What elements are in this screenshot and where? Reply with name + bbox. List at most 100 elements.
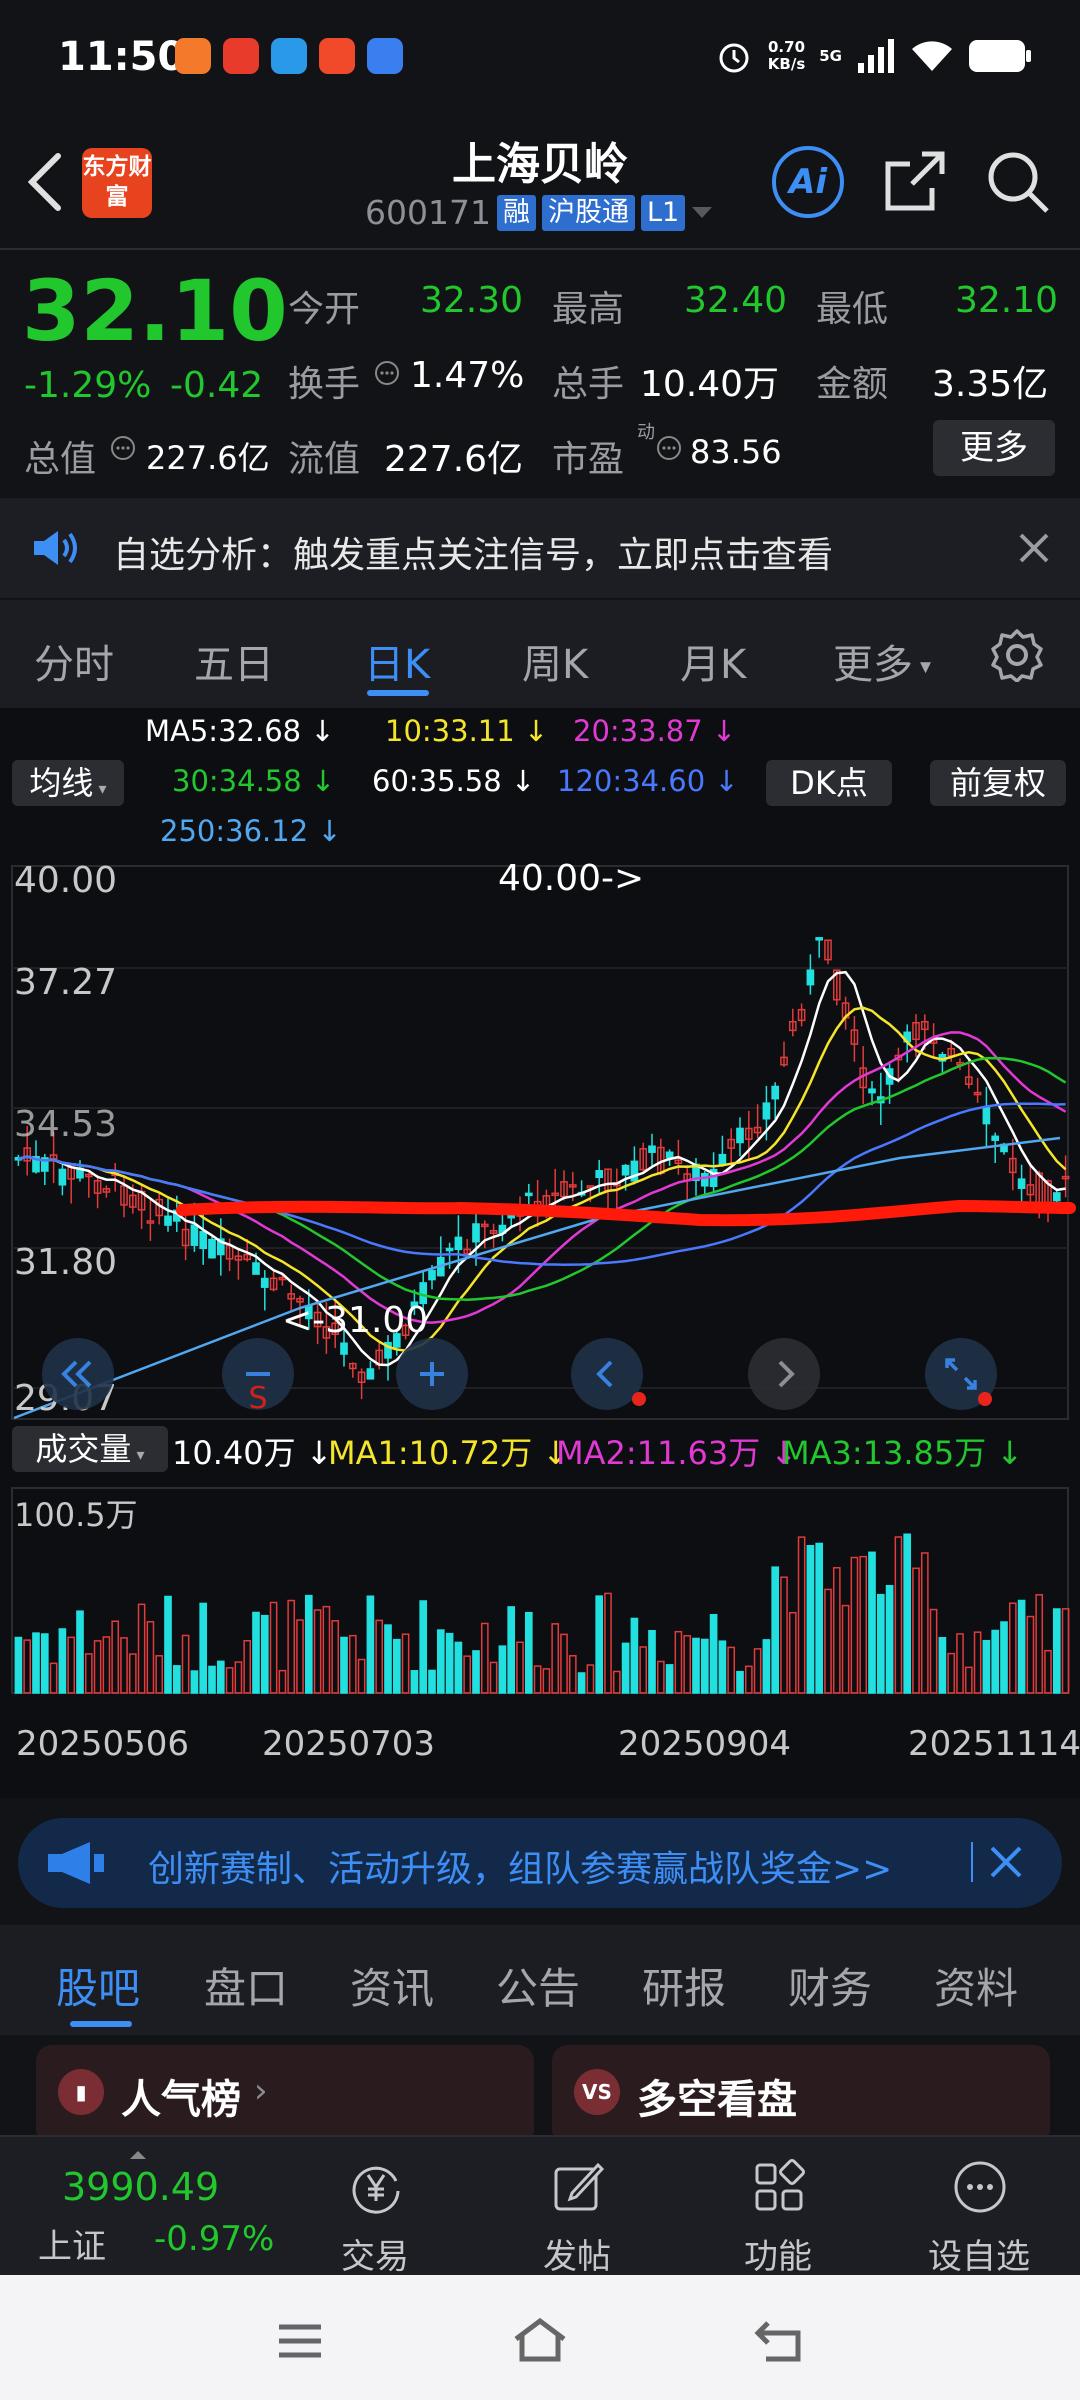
divider — [0, 248, 1080, 250]
notice-text: 自选分析：触发重点关注信号，立即点击查看 — [113, 535, 834, 576]
price-tick: 40.00 — [14, 860, 118, 901]
candle-body — [595, 1170, 604, 1179]
volume-bar — [1052, 1608, 1061, 1694]
candle-body — [982, 1107, 991, 1125]
signal-notice[interactable]: 自选分析：触发重点关注信号，立即点击查看 — [0, 498, 1080, 598]
volume-bar — [436, 1629, 445, 1694]
zoom-out-all-button[interactable] — [42, 1338, 114, 1410]
stock-code-line[interactable]: 600171 融 沪股通 L1 — [365, 193, 713, 232]
dk-point-button[interactable]: DK点 — [766, 760, 892, 806]
candle-body — [164, 1215, 172, 1226]
popularity-card[interactable]: ▮ 人气榜 › — [36, 2045, 534, 2145]
volume-bar — [753, 1648, 762, 1694]
candle-body — [868, 1088, 876, 1094]
ma60-label: 60:35.58 ↓ — [372, 764, 536, 798]
search-icon[interactable] — [984, 148, 1052, 216]
low-label: 最低 — [816, 289, 889, 330]
tab-research[interactable]: 研报 — [642, 1955, 726, 2016]
volume-bar — [762, 1639, 771, 1694]
volume-bar — [287, 1599, 296, 1694]
adjust-button[interactable]: 前复权 — [930, 760, 1066, 806]
drawn-support-line — [176, 1199, 1076, 1227]
edit-icon — [554, 2162, 605, 2211]
volume-bar — [348, 1634, 357, 1694]
app-icon — [271, 38, 307, 74]
price-tick: 31.80 — [14, 1242, 118, 1283]
tab-finance[interactable]: 财务 — [788, 1955, 872, 2016]
close-icon[interactable] — [1018, 532, 1050, 564]
card-title: 人气榜 — [121, 2077, 241, 2123]
menu-icon[interactable] — [275, 2321, 325, 2361]
tab-announcements[interactable]: 公告 — [496, 1955, 580, 2016]
ai-button[interactable]: Ai — [772, 146, 844, 218]
volume-bar — [912, 1567, 920, 1694]
scroll-right-button[interactable] — [748, 1338, 820, 1410]
stock-code: 600171 — [365, 193, 491, 232]
volume-bar — [850, 1556, 859, 1694]
gear-icon[interactable] — [990, 628, 1044, 682]
red-dot-indicator — [978, 1392, 992, 1406]
vol-ma2-label: MA2:11.63万 ↓ — [556, 1434, 798, 1472]
zoom-out-button[interactable]: S — [222, 1338, 294, 1410]
candle-body — [208, 1238, 216, 1259]
volume-bar — [841, 1604, 850, 1694]
volume-bar — [190, 1670, 199, 1694]
volume-bar — [1008, 1602, 1017, 1694]
ma-selector[interactable]: 均线 ▾ — [12, 760, 124, 806]
home-icon[interactable] — [510, 2315, 570, 2365]
candle-body — [700, 1172, 709, 1187]
volume-bar — [32, 1632, 40, 1694]
tab-news[interactable]: 资讯 — [350, 1955, 434, 2016]
tab-five-day[interactable]: 五日 — [194, 632, 274, 690]
ma10-label: 10:33.11 ↓ — [385, 714, 549, 748]
tab-daily-k[interactable]: 日K — [364, 632, 430, 690]
volume-bar — [832, 1567, 841, 1694]
volume-bar — [410, 1670, 419, 1694]
nav-features[interactable]: 功能 — [713, 2137, 843, 2277]
share-icon[interactable] — [882, 148, 948, 214]
index-value[interactable]: 3990.49 — [62, 2165, 219, 2209]
nav-watchlist[interactable]: 设自选 — [914, 2137, 1044, 2277]
more-button[interactable]: 更多 — [933, 420, 1055, 476]
candle-body — [621, 1164, 630, 1176]
volume-bar — [868, 1551, 876, 1694]
volume-selector[interactable]: 成交量 ▾ — [12, 1426, 168, 1472]
info-icon[interactable] — [656, 435, 682, 461]
volume-bar — [392, 1638, 401, 1694]
nav-trade[interactable]: 交易 — [310, 2137, 440, 2277]
promo-banner[interactable]: 创新赛制、活动升级，组队参赛赢战队奖金>> — [18, 1818, 1062, 1908]
chevron-right-icon: › — [254, 2071, 268, 2111]
ma120-line — [18, 1102, 1066, 1267]
volume-bar — [604, 1592, 612, 1694]
nav-label: 功能 — [744, 2237, 812, 2277]
chevron-right-icon — [778, 1360, 795, 1388]
feature-cards: ▮ 人气榜 › VS 多空看盘 — [0, 2035, 1080, 2145]
bull-bear-card[interactable]: VS 多空看盘 — [552, 2045, 1050, 2145]
back-nav-icon[interactable] — [752, 2317, 808, 2363]
volume-bar — [648, 1630, 656, 1694]
info-icon[interactable] — [374, 360, 400, 386]
wifi-icon — [912, 41, 952, 71]
ma250-line — [13, 1136, 1061, 1420]
volume-label: 总手 — [552, 364, 625, 405]
volume-bar — [736, 1670, 744, 1694]
kline-panel[interactable]: MA5:32.68 ↓ 10:33.11 ↓ 20:33.87 ↓ 均线 ▾ 3… — [0, 708, 1080, 1798]
tab-weekly-k[interactable]: 周K — [522, 632, 588, 690]
candle-body — [454, 1236, 463, 1251]
info-icon[interactable] — [110, 435, 136, 461]
net-speed: 0.70 KB/s — [767, 38, 806, 73]
zoom-in-button[interactable] — [396, 1338, 468, 1410]
tab-monthly-k[interactable]: 月K — [680, 632, 746, 690]
tab-intraday[interactable]: 分时 — [34, 632, 114, 690]
nav-post[interactable]: 发帖 — [512, 2137, 642, 2277]
volume-bar — [982, 1639, 991, 1694]
volume-bar — [991, 1629, 1000, 1694]
bottom-nav: 3990.49 上证 -0.97% 交易 发帖 功能 设自选 — [0, 2135, 1080, 2277]
tab-forum[interactable]: 股吧 — [56, 1955, 140, 2016]
tab-profile[interactable]: 资料 — [934, 1955, 1018, 2016]
volume-bar — [463, 1655, 472, 1694]
tab-more[interactable]: 更多 ▾ — [833, 632, 931, 690]
volume-bar — [428, 1669, 436, 1694]
tab-order-book[interactable]: 盘口 — [204, 1955, 288, 2016]
close-icon[interactable] — [988, 1844, 1024, 1880]
